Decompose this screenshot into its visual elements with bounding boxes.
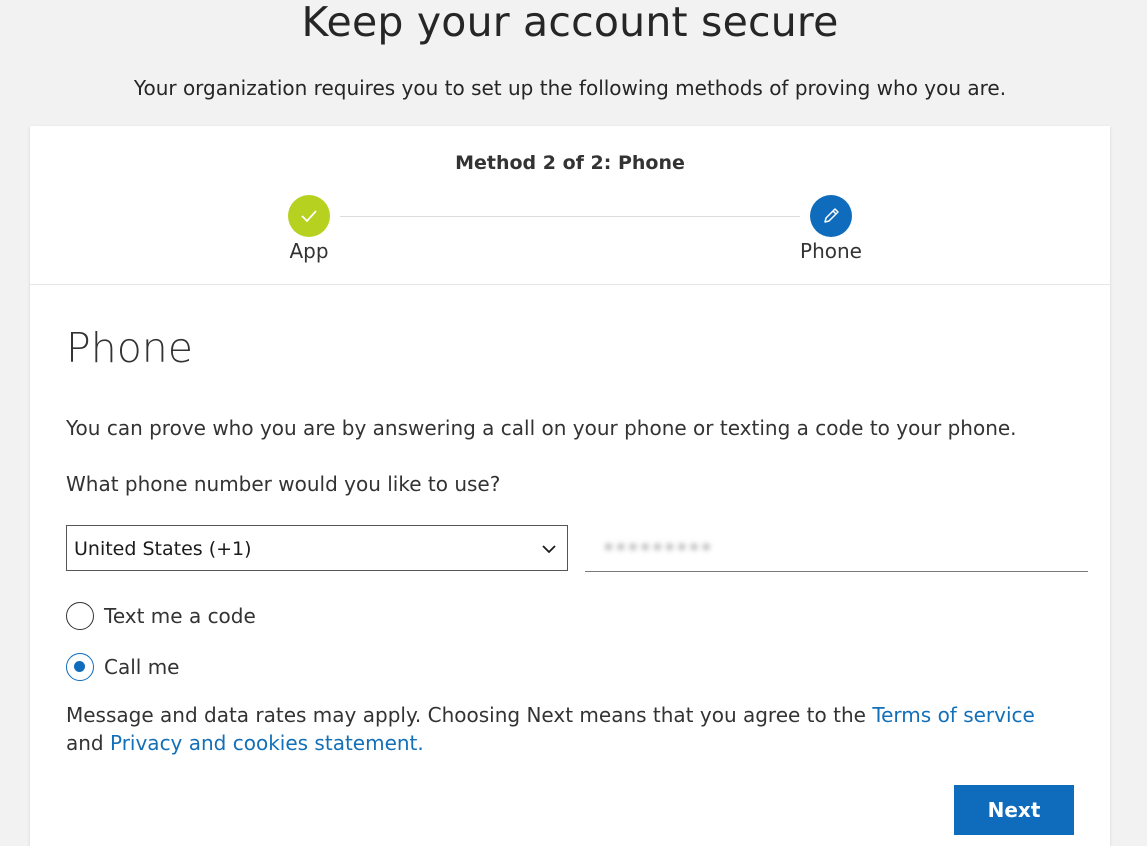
disclaimer-middle: and <box>66 731 110 755</box>
country-code-value: United States (+1) <box>74 538 252 560</box>
pencil-icon <box>824 208 839 223</box>
stepper-connector <box>340 216 800 217</box>
method-description: You can prove who you are by answering a… <box>66 416 1017 440</box>
step-app-circle <box>288 195 330 237</box>
country-code-select[interactable]: United States (+1) <box>66 525 568 571</box>
disclaimer-prefix: Message and data rates may apply. Choosi… <box>66 703 873 727</box>
step-app-label: App <box>289 239 329 263</box>
option-call-me[interactable]: Call me <box>66 651 179 683</box>
phone-number-value: ••••••••• <box>603 537 713 559</box>
text-me-radio[interactable] <box>66 602 94 630</box>
call-me-label: Call me <box>104 655 180 679</box>
phone-question: What phone number would you like to use? <box>66 472 501 496</box>
terms-of-service-link[interactable]: Terms of service <box>872 703 1035 727</box>
option-text-me[interactable]: Text me a code <box>66 600 256 632</box>
setup-card: Method 2 of 2: Phone App Phone Phone You… <box>30 126 1110 846</box>
step-phone-circle <box>810 195 852 237</box>
phone-number-input[interactable]: ••••••••• <box>585 525 1088 572</box>
stepper-title: Method 2 of 2: Phone <box>455 152 685 174</box>
section-heading: Phone <box>66 324 194 372</box>
method-stepper: Method 2 of 2: Phone App Phone <box>30 126 1110 285</box>
page-subtitle: Your organization requires you to set up… <box>133 76 1007 100</box>
disclaimer-text: Message and data rates may apply. Choosi… <box>66 701 1076 757</box>
text-me-label: Text me a code <box>104 604 256 628</box>
step-phone-label: Phone <box>800 239 862 263</box>
checkmark-icon <box>301 210 317 223</box>
next-button[interactable]: Next <box>954 785 1074 835</box>
chevron-down-icon <box>542 545 556 554</box>
call-me-radio[interactable] <box>66 653 94 681</box>
page-title: Keep your account secure <box>301 0 839 46</box>
privacy-statement-link[interactable]: Privacy and cookies statement. <box>110 731 424 755</box>
